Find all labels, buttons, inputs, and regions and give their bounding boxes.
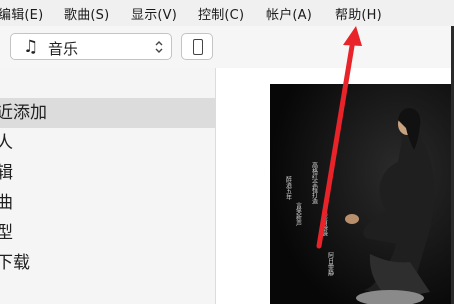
sidebar-item-recently-added[interactable]: 近添加 [0,98,216,128]
sidebar-item-label: 型 [0,223,13,243]
album-text-line: 阿日雯静 [327,251,334,276]
menu-help[interactable]: 帮助(H) [335,4,382,23]
sidebar-item-downloads[interactable]: 下载 [0,248,216,278]
media-source-label: 音乐 [48,40,79,58]
album-text-line: 余音袅袅 [321,211,328,237]
sidebar-item-genres[interactable]: 型 [0,218,216,248]
sidebar-item-songs[interactable]: 曲 [0,188,216,218]
album-text-line: 言笑新声 [295,201,302,227]
sidebar-item-artists[interactable]: 人 [0,128,216,158]
album-artwork: 醉逍五年 言笑新声 高格红全程打造 余音袅袅 阿日雯静 [270,84,454,304]
menu-song[interactable]: 歌曲(S) [64,4,109,23]
phone-icon [193,39,203,55]
album-text-line: 醉逍五年 [285,175,292,201]
sidebar: 近添加 人 辑 曲 型 下载 [0,68,216,304]
menu-edit[interactable]: 编辑(E) [0,4,43,23]
menu-account[interactable]: 帐户(A) [266,4,312,23]
updown-chevron-icon [155,41,163,53]
sidebar-item-label: 近添加 [0,103,47,123]
device-button[interactable] [181,33,213,60]
main-content: 醉逍五年 言笑新声 高格红全程打造 余音袅袅 阿日雯静 [216,68,454,304]
media-source-select[interactable]: ♫ 音乐 [10,33,172,60]
menu-bar: 编辑(E) 歌曲(S) 显示(V) 控制(C) 帐户(A) 帮助(H) [0,0,454,27]
sidebar-item-label: 人 [0,133,13,153]
music-note-icon: ♫ [23,37,39,57]
menu-view[interactable]: 显示(V) [131,4,177,23]
toolbar: ♫ 音乐 [0,26,454,68]
sidebar-item-label: 曲 [0,193,13,213]
sidebar-item-label: 辑 [0,163,13,183]
album-cover[interactable]: 醉逍五年 言笑新声 高格红全程打造 余音袅袅 阿日雯静 [270,84,454,304]
sidebar-item-label: 下载 [0,253,30,273]
menu-controls[interactable]: 控制(C) [198,4,244,23]
sidebar-item-albums[interactable]: 辑 [0,158,216,188]
album-text-line: 高格红全程打造 [311,161,318,205]
